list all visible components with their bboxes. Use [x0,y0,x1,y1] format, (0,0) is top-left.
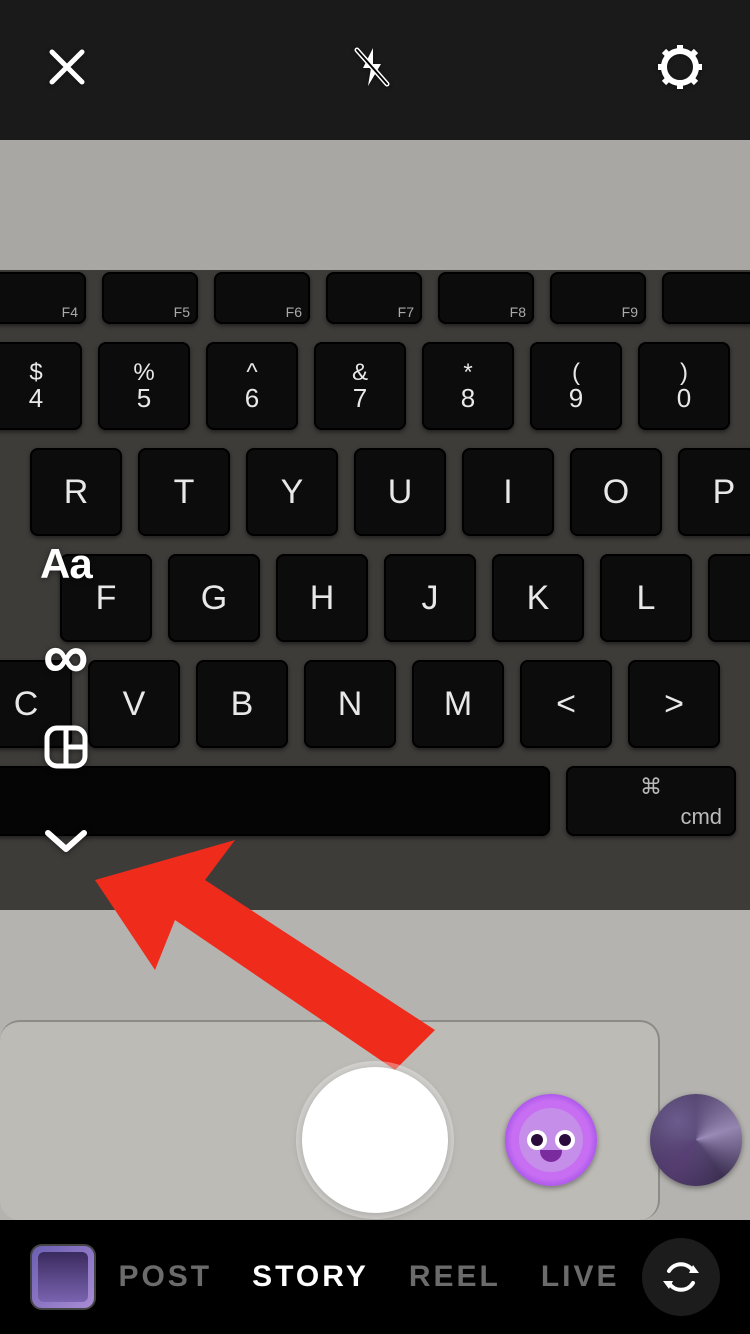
camera-topbar [0,44,750,94]
keyboard-row-2: RTYUIOP [30,448,750,536]
effect-filter-1[interactable] [505,1094,597,1186]
keyboard-bottom-row: ⌘ cmd [0,766,750,836]
keyboard-key: F9 [550,272,646,324]
keyboard-key: F8 [438,272,534,324]
camera-viewfinder[interactable]: F4 F5 F6 F7 F8 F9 $4%5^6&7*8(9)0 RTYUIOP FGHJ… [0,0,750,1220]
keyboard-key: F4 [0,272,86,324]
keyboard-key: F6 [214,272,310,324]
keyboard-key: *8 [422,342,514,430]
settings-icon[interactable] [656,43,704,96]
capture-row [0,1060,750,1220]
keyboard-key: %5 [98,342,190,430]
flash-off-icon[interactable] [349,44,395,95]
boomerang-tool-icon[interactable]: ∞ [43,640,89,672]
cmd-label: cmd [680,804,722,830]
keyboard-key: L [600,554,692,642]
keyboard-fn-row: F4 F5 F6 F7 F8 F9 [0,272,750,324]
keyboard-key: U [354,448,446,536]
keyboard-key: N [304,660,396,748]
keyboard-key: &7 [314,342,406,430]
keyboard-key: T [138,448,230,536]
keyboard-key: G [168,554,260,642]
keyboard-key: > [628,660,720,748]
mode-story[interactable]: STORY [252,1260,369,1294]
keyboard-key [662,272,750,324]
chevron-down-icon[interactable] [44,827,88,862]
keyboard-num-row: $4%5^6&7*8(9)0 [0,342,750,430]
keyboard-key: )0 [638,342,730,430]
keyboard-key: Y [246,448,338,536]
keyboard-key: B [196,660,288,748]
close-icon[interactable] [46,46,88,93]
cmd-symbol: ⌘ [640,774,662,800]
capture-mode-selector[interactable]: POST STORY REEL LIVE [96,1260,642,1294]
text-tool-icon[interactable]: Aa [40,540,92,588]
keyboard-key: ^6 [206,342,298,430]
shutter-button[interactable] [302,1067,448,1213]
keyboard-key: J [384,554,476,642]
keyboard-key: V [88,660,180,748]
keyboard-key: O [570,448,662,536]
mode-live[interactable]: LIVE [541,1260,620,1294]
keyboard-key: < [520,660,612,748]
story-side-tools: Aa ∞ [40,540,92,862]
keyboard-key: $4 [0,342,82,430]
keyboard-key: R [30,448,122,536]
keyboard-key: I [462,448,554,536]
bottom-bar: POST STORY REEL LIVE [0,1220,750,1334]
effect-filter-2[interactable] [650,1094,742,1186]
keyboard-key: F7 [326,272,422,324]
keyboard-key: K [492,554,584,642]
keyboard-key: (9 [530,342,622,430]
keyboard-key: F5 [102,272,198,324]
keyboard-key: P [678,448,750,536]
keyboard-key: M [412,660,504,748]
keyboard-key: H [276,554,368,642]
keyboard-row-3: FGHJKL [60,554,750,642]
mode-post[interactable]: POST [118,1260,212,1294]
keyboard-row-4: CVBNM<> [0,660,750,748]
keyboard-key [708,554,750,642]
mode-reel[interactable]: REEL [409,1260,501,1294]
layout-tool-icon[interactable] [43,724,89,775]
gallery-thumbnail[interactable] [30,1244,96,1310]
switch-camera-button[interactable] [642,1238,720,1316]
story-camera-screen: F4 F5 F6 F7 F8 F9 $4%5^6&7*8(9)0 RTYUIOP FGHJ… [0,0,750,1334]
